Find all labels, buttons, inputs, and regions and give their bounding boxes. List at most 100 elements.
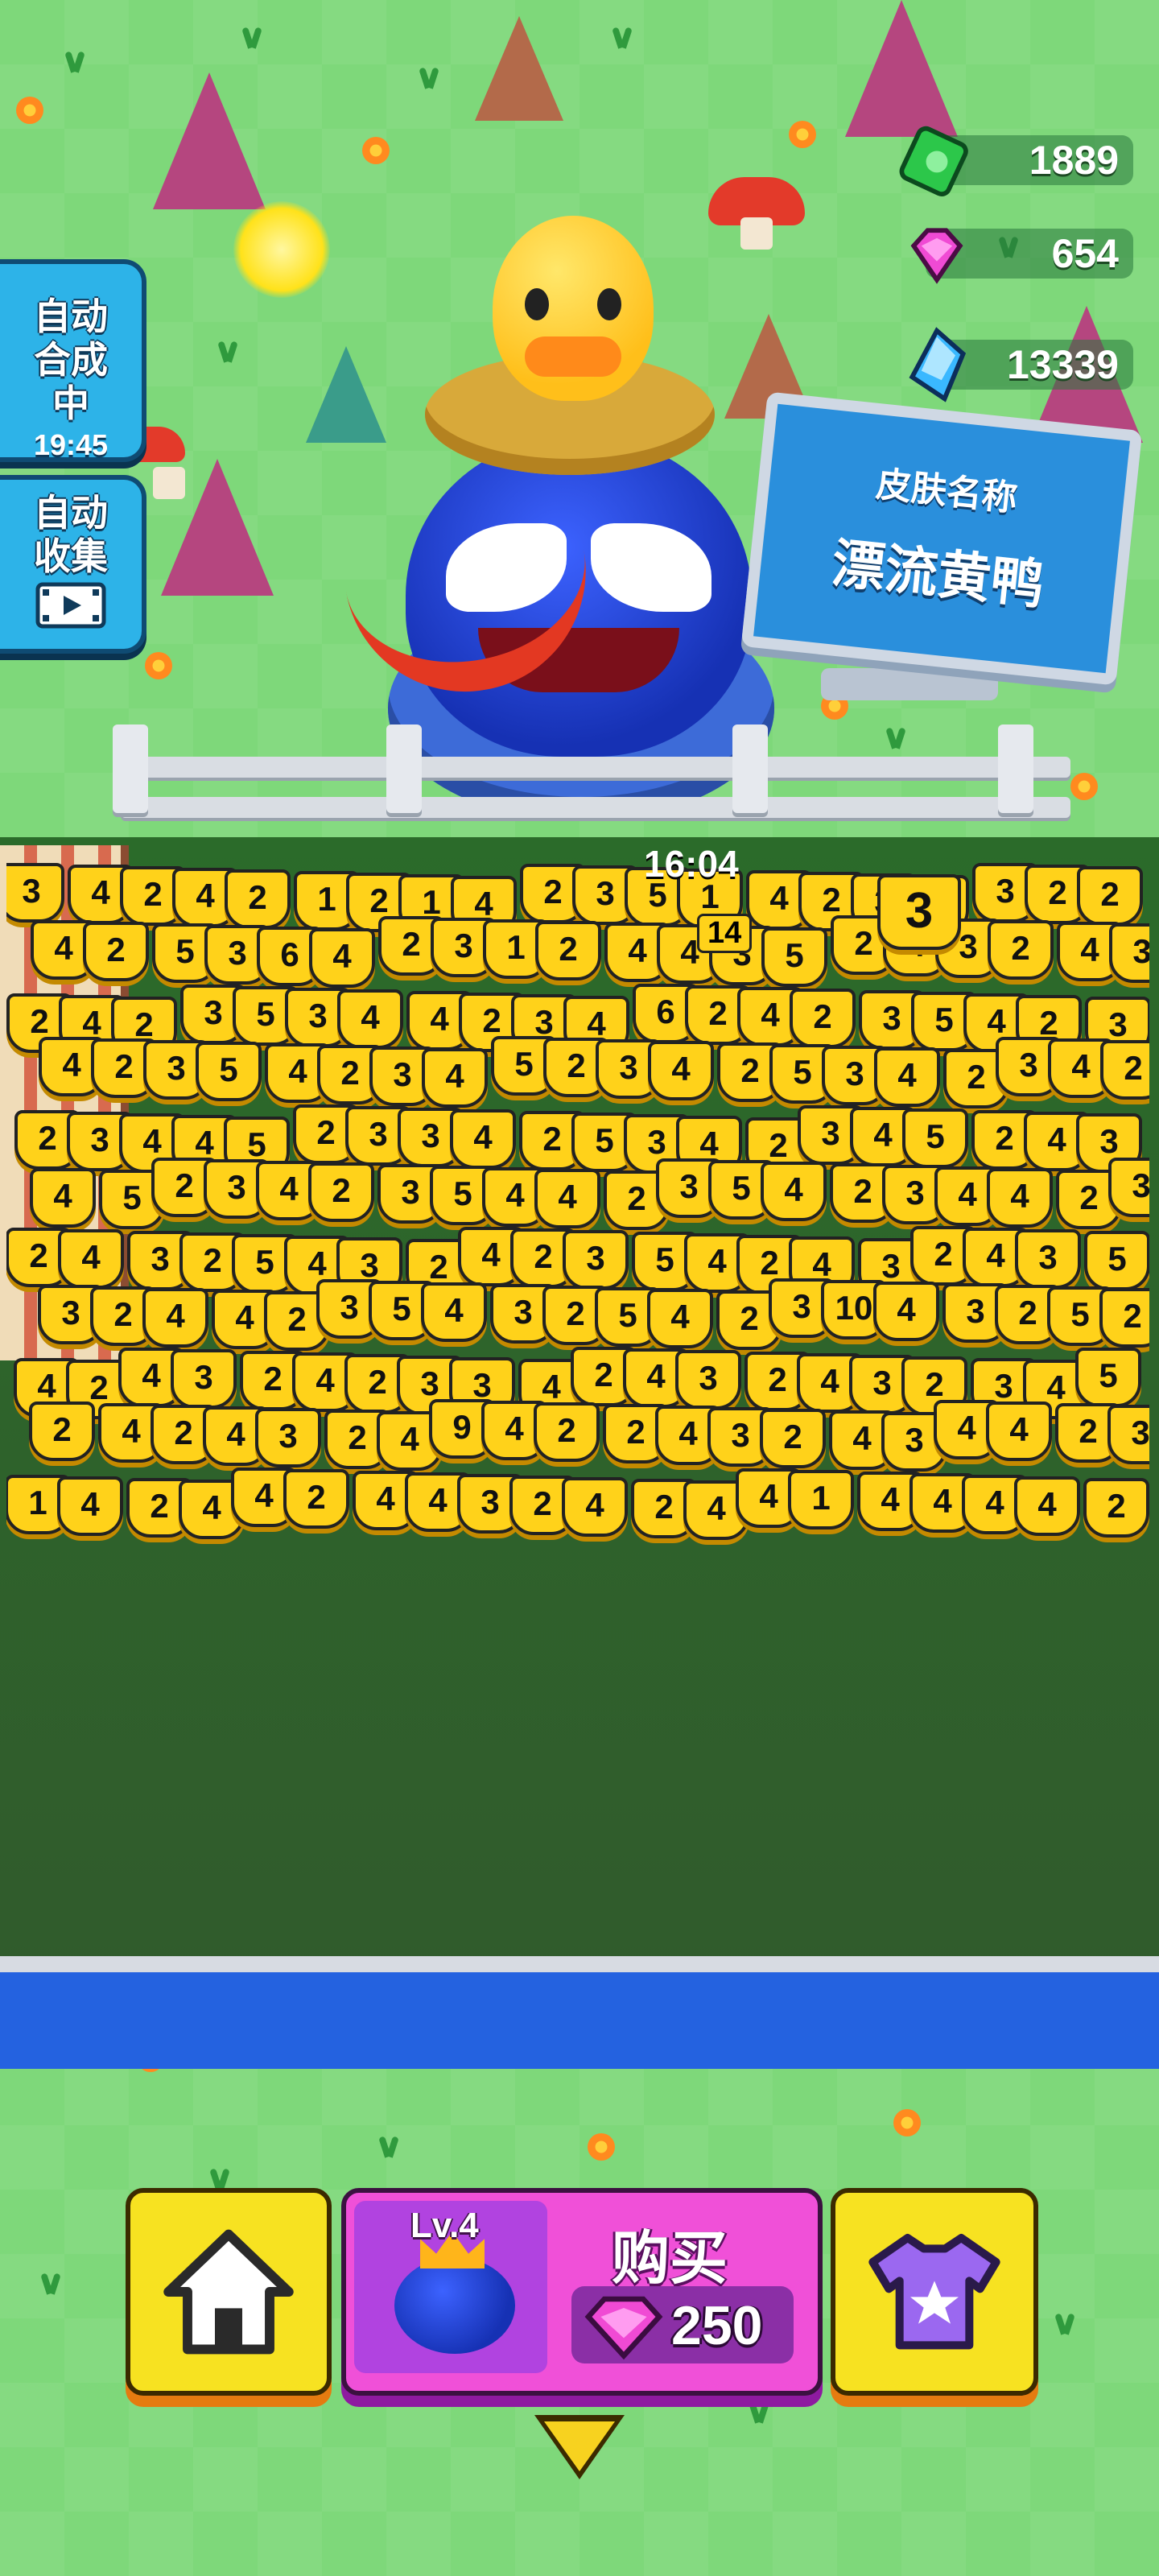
fence-rail: [121, 757, 1070, 778]
merge-coin[interactable]: 2: [225, 869, 291, 929]
merge-coin[interactable]: 3: [675, 1349, 741, 1410]
tray-rim: [0, 1956, 1159, 2069]
coin-chip[interactable]: 14: [697, 914, 753, 953]
flower-icon: [1070, 773, 1098, 800]
merge-coin[interactable]: 4: [30, 1167, 96, 1228]
merge-coin[interactable]: 4: [873, 1281, 939, 1341]
fence-post: [113, 724, 148, 813]
fence-post: [998, 724, 1033, 813]
merge-coin[interactable]: 2: [29, 1401, 95, 1461]
merge-coin[interactable]: 2: [1083, 1478, 1149, 1538]
sun-icon: [233, 201, 330, 298]
flower-icon: [893, 2109, 921, 2136]
merge-coin[interactable]: 3: [1109, 923, 1149, 984]
merge-coin[interactable]: 1: [788, 1470, 854, 1530]
gem-counter: 654: [910, 219, 1133, 288]
brown-tree: [475, 16, 563, 121]
skin-shop-button[interactable]: [831, 2188, 1038, 2396]
merge-coin[interactable]: 2: [1077, 866, 1143, 926]
blue-monster-icon: [394, 2257, 515, 2354]
cash-icon: [899, 126, 968, 196]
home-button[interactable]: [126, 2188, 332, 2396]
merge-coin[interactable]: 2: [283, 1469, 349, 1529]
merge-coin[interactable]: 4: [58, 1228, 124, 1289]
flower-icon: [16, 97, 43, 124]
pink-tree: [845, 0, 958, 137]
pink-tree: [153, 72, 266, 209]
merge-coin[interactable]: 2: [1099, 1287, 1149, 1348]
merge-coin[interactable]: 5: [761, 927, 827, 988]
grass-tuft: [419, 64, 439, 89]
merge-coin[interactable]: 3: [1108, 1157, 1149, 1217]
merge-coin[interactable]: 3: [171, 1348, 237, 1409]
gem-value: 654: [1051, 231, 1119, 276]
skin-name-billboard: 皮肤名称 漂流黄鸭: [740, 391, 1143, 686]
merge-coin[interactable]: 4: [987, 1167, 1053, 1228]
gem-icon: [584, 2296, 663, 2360]
merge-coin[interactable]: 2: [308, 1162, 374, 1222]
buy-label: 购买: [612, 2227, 728, 2291]
merge-coin[interactable]: 5: [902, 1108, 968, 1169]
merge-coin[interactable]: 3: [6, 863, 64, 923]
flower-icon: [789, 121, 816, 148]
gem-icon: [910, 228, 963, 284]
highlight-coin[interactable]: 3: [877, 874, 961, 950]
merge-coin[interactable]: 3: [1015, 1228, 1081, 1289]
merge-coin[interactable]: 2: [535, 921, 601, 981]
merge-coin[interactable]: 2: [790, 989, 856, 1049]
merge-coin[interactable]: 5: [1084, 1230, 1149, 1290]
grass-tuft: [209, 2165, 230, 2190]
auto-collect-button[interactable]: 自动收集: [0, 475, 146, 654]
merge-coin[interactable]: 3: [255, 1407, 321, 1468]
duck-eye: [525, 288, 549, 320]
merge-coin[interactable]: 4: [337, 989, 403, 1050]
merge-coin[interactable]: 4: [57, 1476, 123, 1536]
fence-rail: [121, 797, 1070, 818]
mushroom: [708, 177, 805, 250]
merge-coin[interactable]: 4: [309, 928, 375, 989]
merge-coin[interactable]: 2: [534, 1402, 600, 1462]
monster-eye: [591, 523, 711, 612]
merge-coin[interactable]: 4: [648, 1041, 714, 1101]
buy-monster-button[interactable]: Lv.4 购买 250: [341, 2188, 823, 2396]
merge-coin[interactable]: 2: [760, 1408, 826, 1468]
auto-merge-timer: 19:45: [33, 428, 109, 461]
merge-coin[interactable]: 5: [1075, 1347, 1141, 1407]
merge-coin[interactable]: 4: [421, 1282, 487, 1342]
merge-coin[interactable]: 2: [988, 920, 1054, 980]
merge-coin[interactable]: 2: [1100, 1040, 1149, 1100]
auto-merge-button[interactable]: 自动合成中 19:45: [0, 259, 146, 462]
merge-coin[interactable]: 4: [1014, 1476, 1080, 1536]
merge-coin[interactable]: 4: [142, 1287, 208, 1348]
merge-coin[interactable]: 4: [986, 1401, 1052, 1461]
merge-coin[interactable]: 4: [647, 1288, 713, 1348]
merge-coin[interactable]: 4: [422, 1048, 488, 1108]
flower-icon: [362, 137, 390, 164]
auto-merge-label: 自动合成中: [34, 295, 108, 424]
merge-coin[interactable]: 3: [1107, 1404, 1149, 1464]
teal-tree: [306, 346, 386, 443]
video-ad-icon: [35, 582, 106, 629]
rubber-duck: [493, 216, 654, 401]
merge-coin[interactable]: 4: [761, 1161, 827, 1221]
merge-coin[interactable]: 4: [534, 1168, 600, 1228]
billboard-base: [821, 668, 998, 700]
merge-coin[interactable]: 4: [562, 1477, 628, 1537]
merge-coin[interactable]: 5: [196, 1042, 262, 1102]
fence-post: [386, 724, 422, 813]
grass-tuft: [40, 2270, 61, 2294]
crystal-icon: [909, 327, 967, 402]
grass-tuft: [612, 24, 633, 48]
grass-tuft: [378, 2133, 399, 2157]
coin-grid[interactable]: 3424212142351423432242536423124435243243…: [6, 837, 1149, 1980]
grass-tuft: [217, 338, 238, 362]
coin-timer: 16:04: [644, 843, 739, 885]
merge-coin[interactable]: 4: [450, 1109, 516, 1170]
flower-icon: [145, 652, 172, 679]
merge-coin[interactable]: 3: [563, 1229, 629, 1290]
merge-coin[interactable]: 4: [874, 1047, 940, 1108]
monster-level: Lv.4: [410, 2206, 479, 2245]
auto-collect-label: 自动收集: [34, 492, 108, 577]
merge-coin[interactable]: 2: [83, 922, 149, 982]
home-icon: [163, 2229, 294, 2355]
